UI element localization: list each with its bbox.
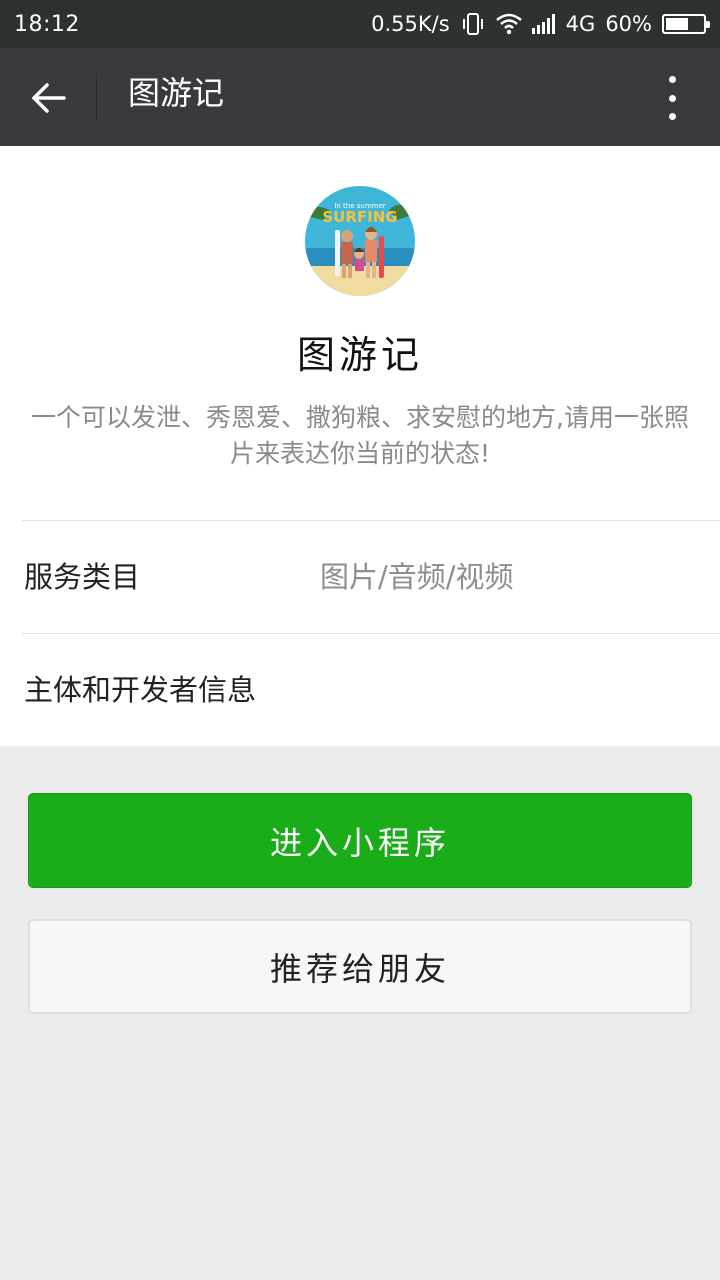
status-indicators: 0.55K/s 4G 60% <box>371 12 710 36</box>
app-description: 一个可以发泄、秀恩爱、撒狗粮、求安慰的地方,请用一张照片来表达你当前的状态! <box>31 403 689 468</box>
battery-percent: 60% <box>605 12 652 36</box>
more-vertical-icon <box>668 94 676 102</box>
more-vertical-icon <box>668 76 676 83</box>
service-category-label: 服务类目 <box>24 560 141 594</box>
vibrate-icon <box>460 12 486 36</box>
wifi-icon <box>495 13 522 35</box>
enter-mini-program-button[interactable]: 进入小程序 <box>28 793 692 888</box>
battery-icon <box>662 14 710 34</box>
arrow-left-icon <box>32 83 66 113</box>
service-category-value: 图片/音频/视频 <box>320 560 514 594</box>
developer-info-row[interactable]: 主体和开发者信息 <box>0 634 720 746</box>
status-bar: 18:12 0.55K/s 4G 60% <box>0 0 720 48</box>
service-category-row: 服务类目 图片/音频/视频 <box>0 521 720 633</box>
developer-info-label: 主体和开发者信息 <box>24 673 257 707</box>
app-name: 图游记 <box>296 333 423 377</box>
navigation-bar: 图游记 <box>0 48 720 146</box>
back-button[interactable] <box>22 72 74 124</box>
status-time: 18:12 <box>14 11 80 37</box>
signal-icon <box>531 14 556 34</box>
more-button[interactable] <box>652 76 692 120</box>
app-avatar: In the summer SURFING <box>305 186 415 296</box>
battery-fill <box>666 18 688 30</box>
network-type: 4G <box>565 12 596 36</box>
nav-title: 图游记 <box>128 74 225 112</box>
avatar-surfing-text: SURFING <box>322 208 397 226</box>
more-vertical-icon <box>668 113 676 120</box>
network-speed: 0.55K/s <box>371 12 450 36</box>
nav-divider <box>96 74 97 122</box>
recommend-to-friends-button[interactable]: 推荐给朋友 <box>28 919 692 1014</box>
app-profile-panel: In the summer SURFING 图游记 一个可以发泄、秀恩爱、撒狗粮… <box>0 146 720 746</box>
